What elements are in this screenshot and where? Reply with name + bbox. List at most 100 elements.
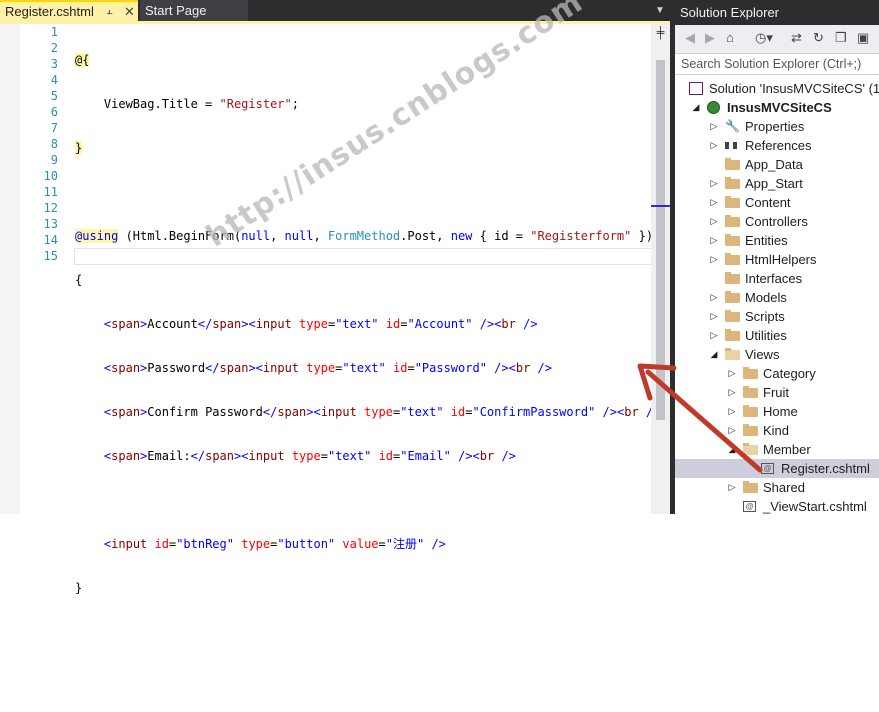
vertical-scrollbar[interactable]: ╪	[651, 24, 670, 514]
tree-item-references[interactable]: ▷ References	[675, 136, 879, 155]
folder-icon	[743, 405, 758, 417]
tree-item-controllers[interactable]: ▷ Controllers	[675, 212, 879, 231]
folder-icon	[743, 367, 758, 379]
collapsed-arrow-icon[interactable]: ▷	[709, 117, 719, 136]
tree-item-label: Kind	[763, 423, 790, 438]
folder-icon	[725, 272, 740, 284]
tree-item-scripts[interactable]: ▷ Scripts	[675, 307, 879, 326]
scrollbar-thumb[interactable]	[656, 60, 665, 420]
line-number: 10	[43, 169, 58, 183]
collapsed-arrow-icon[interactable]: ▷	[727, 364, 737, 383]
show-all-files-icon[interactable]: ▣	[857, 30, 869, 46]
tree-item-properties[interactable]: ▷ 🔧 Properties	[675, 117, 879, 136]
line-number: 2	[50, 41, 58, 55]
code-line-13: }	[75, 581, 83, 595]
tree-item-kind[interactable]: ▷ Kind	[675, 421, 879, 440]
tree-item-category[interactable]: ▷ Category	[675, 364, 879, 383]
sync-icon[interactable]: ⇄	[791, 30, 802, 46]
code-line-2: ViewBag.Title = "Register";	[75, 97, 299, 111]
tree-item-interfaces[interactable]: Interfaces	[675, 269, 879, 288]
tab-label: Start Page	[145, 3, 207, 18]
tree-item-shared[interactable]: ▷ Shared	[675, 478, 879, 497]
expanded-arrow-icon[interactable]: ◢	[709, 345, 719, 364]
tree-item-label: Register.cshtml	[781, 461, 870, 476]
collapsed-arrow-icon[interactable]: ▷	[709, 136, 719, 155]
tree-item-solution-insusmvcsitecs-1[interactable]: Solution 'InsusMVCSiteCS' (1	[675, 79, 879, 98]
back-icon[interactable]: ◀	[685, 30, 695, 46]
references-icon	[725, 142, 737, 149]
split-window-icon[interactable]: ╪	[654, 26, 667, 40]
tree-item-viewstart-cshtml[interactable]: @ _ViewStart.cshtml	[675, 497, 879, 514]
line-number: 6	[50, 105, 58, 119]
line-number: 11	[43, 185, 58, 199]
tree-item-home[interactable]: ▷ Home	[675, 402, 879, 421]
collapsed-arrow-icon[interactable]: ▷	[709, 250, 719, 269]
tab-start-page[interactable]: Start Page	[140, 0, 248, 21]
code-editor[interactable]: Register.cshtml ⫠ ✕ Start Page ▼ 1234567…	[0, 0, 670, 595]
code-line-1: @{	[75, 53, 90, 67]
tree-item-insusmvcsitecs[interactable]: ◢ InsusMVCSiteCS	[675, 98, 879, 117]
collapsed-arrow-icon[interactable]: ▷	[709, 288, 719, 307]
line-number: 13	[43, 217, 58, 231]
tree-item-views[interactable]: ◢ Views	[675, 345, 879, 364]
line-number: 1	[50, 25, 58, 39]
tree-item-fruit[interactable]: ▷ Fruit	[675, 383, 879, 402]
collapsed-arrow-icon[interactable]: ▷	[727, 402, 737, 421]
expanded-arrow-icon[interactable]: ◢	[727, 440, 737, 459]
tree-item-models[interactable]: ▷ Models	[675, 288, 879, 307]
line-number: 3	[50, 57, 58, 71]
tree-item-app-data[interactable]: App_Data	[675, 155, 879, 174]
tab-dropdown-icon[interactable]: ▼	[655, 0, 665, 21]
folder-icon	[725, 177, 740, 189]
line-number: 4	[50, 73, 58, 87]
tree-item-label: Content	[745, 195, 791, 210]
refresh-icon[interactable]: ↻	[813, 30, 824, 46]
close-icon[interactable]: ✕	[124, 2, 135, 21]
expanded-arrow-icon[interactable]: ◢	[691, 98, 701, 117]
history-icon[interactable]: ◷▾	[755, 30, 773, 46]
cshtml-file-icon: @	[761, 463, 774, 474]
tree-item-register-cshtml[interactable]: @ Register.cshtml	[675, 459, 879, 478]
tree-item-entities[interactable]: ▷ Entities	[675, 231, 879, 250]
collapsed-arrow-icon[interactable]: ▷	[709, 307, 719, 326]
folder-icon	[743, 481, 758, 493]
code-line-7: <span>Account</span><input type="text" i…	[103, 317, 538, 331]
collapse-all-icon[interactable]: ❐	[835, 30, 847, 46]
tree-item-utilities[interactable]: ▷ Utilities	[675, 326, 879, 345]
folder-icon	[743, 424, 758, 436]
tree-item-label: Scripts	[745, 309, 785, 324]
tree-item-member[interactable]: ◢ Member	[675, 440, 879, 459]
folder-open-icon	[725, 348, 740, 360]
collapsed-arrow-icon[interactable]: ▷	[709, 193, 719, 212]
solution-explorer-title: Solution Explorer	[675, 0, 879, 25]
solution-tree: Solution 'InsusMVCSiteCS' (1 ◢ InsusMVCSit…	[675, 79, 879, 514]
collapsed-arrow-icon[interactable]: ▷	[709, 212, 719, 231]
tree-item-htmlhelpers[interactable]: ▷ HtmlHelpers	[675, 250, 879, 269]
solution-explorer-search[interactable]: Search Solution Explorer (Ctrl+;)	[675, 53, 879, 75]
collapsed-arrow-icon[interactable]: ▷	[727, 421, 737, 440]
tree-item-label: App_Start	[745, 176, 803, 191]
solution-explorer: Solution Explorer ◀ ▶ ⌂ ◷▾ ⇄ ↻ ❐ ▣ Searc…	[675, 0, 879, 514]
collapsed-arrow-icon[interactable]: ▷	[709, 326, 719, 345]
tree-item-label: Home	[763, 404, 798, 419]
forward-icon[interactable]: ▶	[705, 30, 715, 46]
code-line-9: <span>Confirm Password</span><input type…	[103, 405, 651, 419]
tree-item-label: References	[745, 138, 812, 153]
home-icon[interactable]: ⌂	[726, 30, 734, 46]
line-numbers: 1 2 3 4 5 6 7 8 9 10 11 12 13 14 15	[20, 24, 58, 264]
collapsed-arrow-icon[interactable]: ▷	[727, 478, 737, 497]
pin-icon[interactable]: ⫠	[106, 2, 113, 21]
tree-item-content[interactable]: ▷ Content	[675, 193, 879, 212]
tree-item-app-start[interactable]: ▷ App_Start	[675, 174, 879, 193]
collapsed-arrow-icon[interactable]: ▷	[709, 174, 719, 193]
collapsed-arrow-icon[interactable]: ▷	[709, 231, 719, 250]
folder-icon	[725, 310, 740, 322]
collapsed-arrow-icon[interactable]: ▷	[727, 383, 737, 402]
line-number: 9	[50, 153, 58, 167]
folder-icon	[725, 253, 740, 265]
tab-register-cshtml[interactable]: Register.cshtml ⫠ ✕	[0, 0, 138, 21]
tree-item-label: Fruit	[763, 385, 789, 400]
line-number: 15	[43, 249, 58, 263]
